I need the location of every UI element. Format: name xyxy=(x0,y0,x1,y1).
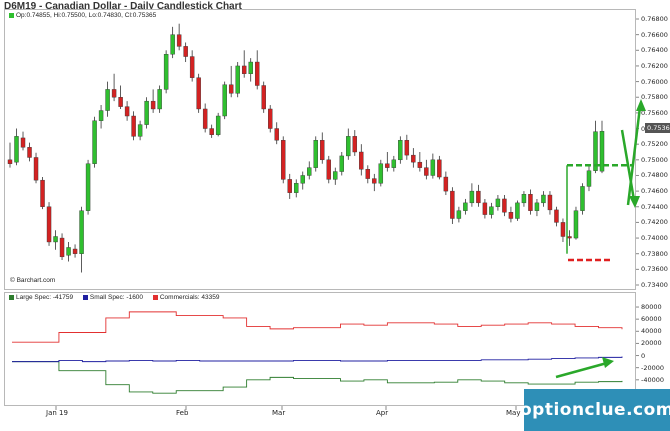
candle-up xyxy=(580,186,585,211)
candle-up xyxy=(137,124,143,137)
candle-up xyxy=(586,170,592,187)
candle-up xyxy=(248,61,253,74)
candle-down xyxy=(404,140,410,156)
candle-up xyxy=(378,163,384,184)
candle-down xyxy=(437,159,442,178)
candle-down xyxy=(131,115,136,137)
candle-up xyxy=(346,136,351,157)
candle-down xyxy=(150,100,156,110)
candle-down xyxy=(111,89,117,98)
candle-up xyxy=(391,159,397,168)
candle-up xyxy=(313,140,318,168)
candle-down xyxy=(118,97,123,107)
candle-up xyxy=(456,210,462,219)
candle-up xyxy=(105,89,110,111)
cot-series-line xyxy=(12,311,623,343)
candle-up xyxy=(157,89,162,110)
candle-down xyxy=(417,161,423,168)
candle-down xyxy=(502,198,507,213)
candle-down xyxy=(547,194,553,211)
candle-up xyxy=(294,183,299,193)
candle-up xyxy=(222,84,227,117)
candle-up xyxy=(92,120,97,164)
candle-down xyxy=(281,140,286,180)
candle-down xyxy=(189,56,195,78)
candle-up xyxy=(534,202,540,211)
candle-up xyxy=(495,198,501,207)
candle-down xyxy=(59,237,65,258)
candle-down xyxy=(443,176,449,192)
candle-down xyxy=(176,34,182,47)
candle-down xyxy=(476,190,481,204)
candle-up xyxy=(398,140,403,161)
candle-down xyxy=(320,140,325,161)
candle-up xyxy=(333,171,338,180)
candle-down xyxy=(554,209,559,223)
candle-down xyxy=(202,108,208,129)
candle-down xyxy=(560,222,566,237)
candle-up xyxy=(14,136,19,163)
candle-up xyxy=(79,210,84,254)
candle-up xyxy=(163,54,169,90)
candle-up xyxy=(515,202,520,219)
candle-down xyxy=(424,167,429,176)
candle-down xyxy=(261,85,266,110)
up-arrow-shaft xyxy=(626,106,642,206)
candle-down xyxy=(359,151,364,170)
cot-series-line xyxy=(12,356,623,363)
candle-up xyxy=(541,194,546,204)
candle-down xyxy=(326,159,331,180)
candle-down xyxy=(209,128,214,135)
candle-down xyxy=(33,157,39,181)
cot-trend-arrow-head xyxy=(602,357,614,368)
candle-up xyxy=(469,190,475,204)
candle-up xyxy=(85,163,91,211)
up-arrow-head xyxy=(636,99,646,111)
candle-down xyxy=(20,137,26,148)
candle-down xyxy=(274,128,279,141)
candle-down xyxy=(411,154,416,163)
candle-down xyxy=(27,147,32,158)
candle-down xyxy=(365,169,371,179)
candle-up xyxy=(235,65,240,94)
candle-down xyxy=(268,108,273,129)
candle-down xyxy=(46,206,52,243)
candle-up xyxy=(53,236,58,243)
candle-up xyxy=(489,206,494,215)
candle-up xyxy=(66,247,71,256)
candle-up xyxy=(573,210,579,239)
candle-down xyxy=(124,106,130,117)
chart-canvas xyxy=(7,18,646,410)
watermark-logo: optionclue.com xyxy=(520,389,670,431)
candle-up xyxy=(215,115,221,135)
candle-down xyxy=(241,65,247,74)
candle-up xyxy=(339,155,344,172)
candle-down xyxy=(508,212,514,219)
candle-down xyxy=(196,77,201,110)
candle-up xyxy=(430,159,436,176)
candle-down xyxy=(7,159,13,164)
down-arrow-head xyxy=(629,196,640,208)
candle-down xyxy=(183,46,188,57)
candle-down xyxy=(482,202,488,215)
candle-down xyxy=(567,236,572,239)
candle-down xyxy=(287,179,292,193)
candle-down xyxy=(254,61,260,86)
candle-down xyxy=(372,178,377,184)
candle-up xyxy=(521,194,527,204)
cot-trend-arrow-shaft xyxy=(555,361,608,379)
candle-down xyxy=(528,194,533,211)
candle-up xyxy=(463,202,468,211)
candle-down xyxy=(40,179,45,207)
candle-up xyxy=(98,110,104,121)
candle-down xyxy=(72,248,78,254)
candle-up xyxy=(170,34,175,55)
candle-down xyxy=(450,190,455,219)
candle-down xyxy=(385,163,390,168)
candle-down xyxy=(228,84,234,94)
candle-down xyxy=(352,136,358,153)
candle-up xyxy=(307,167,312,176)
candle-up xyxy=(144,100,149,125)
candle-up xyxy=(300,175,305,184)
